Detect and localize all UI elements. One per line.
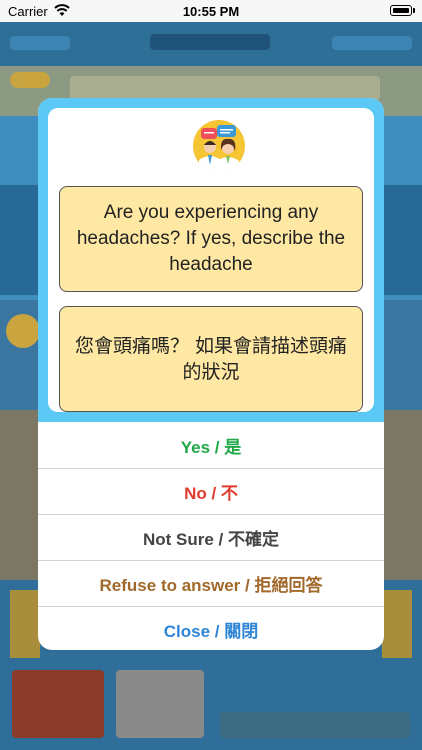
question-modal: Are you experiencing any headaches? If y… [38, 98, 384, 650]
option-yes-label: Yes / 是 [180, 437, 242, 457]
background-nav-title [150, 34, 270, 50]
background-left-tile [10, 590, 40, 658]
background-gray-button [116, 670, 204, 738]
background-wide-button [220, 712, 410, 738]
option-refuse-button[interactable]: Refuse to answer / 拒絕回答 [38, 560, 384, 606]
close-button[interactable]: Close / 關閉 [38, 606, 384, 650]
option-no-button[interactable]: No / 不 [38, 468, 384, 514]
answer-options: Yes / 是 No / 不 Not Sure / 不確定 Refuse to … [38, 422, 384, 650]
question-chinese: 您會頭痛嗎？ 如果會請描述頭痛的狀況 [59, 306, 363, 412]
status-time: 10:55 PM [182, 4, 240, 19]
modal-header: Are you experiencing any headaches? If y… [38, 98, 384, 422]
battery-icon [390, 5, 415, 16]
option-yes-button[interactable]: Yes / 是 [38, 422, 384, 468]
background-right-tile [382, 590, 412, 658]
background-greeting-pill [70, 76, 380, 100]
option-refuse-label: Refuse to answer / 拒絕回答 [99, 576, 323, 595]
question-english: Are you experiencing any headaches? If y… [59, 186, 363, 292]
background-nav-right [332, 36, 412, 50]
option-not-sure-button[interactable]: Not Sure / 不確定 [38, 514, 384, 560]
option-no-label: No / 不 [184, 484, 238, 503]
option-not-sure-label: Not Sure / 不確定 [142, 530, 279, 549]
background-face-icon [10, 72, 50, 88]
status-bar: Carrier 10:55 PM [0, 0, 422, 22]
background-avatar [6, 314, 40, 348]
background-nav-bar [0, 22, 422, 66]
background-red-button [12, 670, 104, 738]
doctors-icon [193, 120, 245, 172]
background-right-panel [384, 185, 422, 295]
background-left-panel [0, 185, 38, 295]
close-label: Close / 關閉 [163, 622, 259, 641]
question-card: Are you experiencing any headaches? If y… [48, 108, 374, 412]
background-nav-left [10, 36, 70, 50]
